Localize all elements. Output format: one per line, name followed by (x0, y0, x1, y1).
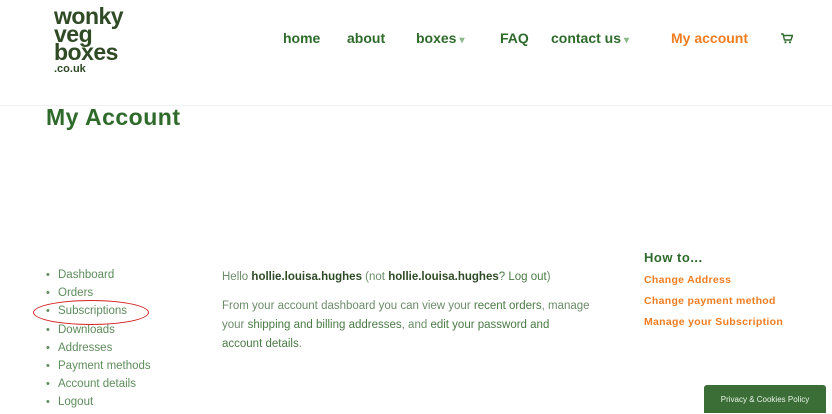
nav-item-my-account[interactable]: My account (671, 30, 748, 46)
desc-end: . (298, 338, 302, 350)
dashboard-description: From your account dashboard you can view… (222, 297, 592, 354)
nav-label-contact-us: contact us (551, 30, 622, 46)
change-payment-method-link[interactable]: Change payment method (644, 291, 824, 312)
cart-icon[interactable] (781, 32, 794, 47)
account-navigation: Dashboard Orders Subscriptions Downloads… (46, 266, 151, 412)
nav-label-boxes: boxes (416, 30, 457, 46)
site-logo[interactable]: wonky veg boxes .co.uk (54, 5, 124, 75)
chevron-down-icon: ▾ (624, 35, 630, 46)
how-to-panel: How to... Change Address Change payment … (644, 250, 824, 333)
recent-orders-link[interactable]: recent orders (474, 300, 542, 312)
nav-item-home[interactable]: home (283, 30, 320, 46)
greeting-close: ) (546, 271, 551, 283)
subscriptions-highlight-ring (33, 300, 149, 325)
page-title: My Account (46, 104, 181, 130)
cart-icon-svg (781, 33, 794, 44)
greeting-username-again: hollie.louisa.hughes (388, 271, 499, 283)
nav-label-my-account: My account (671, 30, 749, 46)
addresses-link[interactable]: shipping and billing addresses (248, 319, 402, 331)
nav-label-about: about (347, 30, 386, 46)
nav-item-boxes[interactable]: boxes ▾ (416, 30, 465, 46)
logo-line-4: .co.uk (54, 62, 86, 75)
nav-item-about[interactable]: about (347, 30, 385, 46)
greeting-username: hollie.louisa.hughes (251, 271, 362, 283)
logout-link[interactable]: ? Log out (499, 271, 547, 283)
greeting: Hello hollie.louisa.hughes (not hollie.l… (222, 268, 592, 287)
manage-subscription-link[interactable]: Manage your Subscription (644, 312, 824, 333)
greeting-hello: Hello (222, 271, 249, 283)
nav-label-home: home (283, 30, 321, 46)
account-nav-addresses[interactable]: Addresses (46, 339, 151, 357)
account-nav-payment-methods[interactable]: Payment methods (46, 357, 151, 375)
nav-label-faq: FAQ (500, 30, 529, 46)
privacy-cookies-button[interactable]: Privacy & Cookies Policy (704, 385, 826, 413)
greeting-not: (not (365, 271, 385, 283)
nav-item-faq[interactable]: FAQ (500, 30, 529, 46)
nav-item-contact-us[interactable]: contact us ▾ (551, 30, 629, 46)
desc-part-1: From your account dashboard you can view… (222, 300, 471, 312)
logo-line-3: boxes (54, 38, 118, 65)
site-header: wonky veg boxes .co.uk home about boxes ▾… (0, 0, 832, 106)
how-to-title: How to... (644, 250, 703, 265)
account-nav-account-details[interactable]: Account details (46, 375, 151, 393)
dashboard-content: Hello hollie.louisa.hughes (not hollie.l… (222, 268, 592, 354)
account-nav-logout[interactable]: Logout (46, 393, 151, 411)
change-address-link[interactable]: Change Address (644, 270, 824, 291)
desc-part-3: , and (401, 319, 428, 331)
account-nav-dashboard[interactable]: Dashboard (46, 266, 151, 284)
chevron-down-icon: ▾ (459, 35, 465, 46)
